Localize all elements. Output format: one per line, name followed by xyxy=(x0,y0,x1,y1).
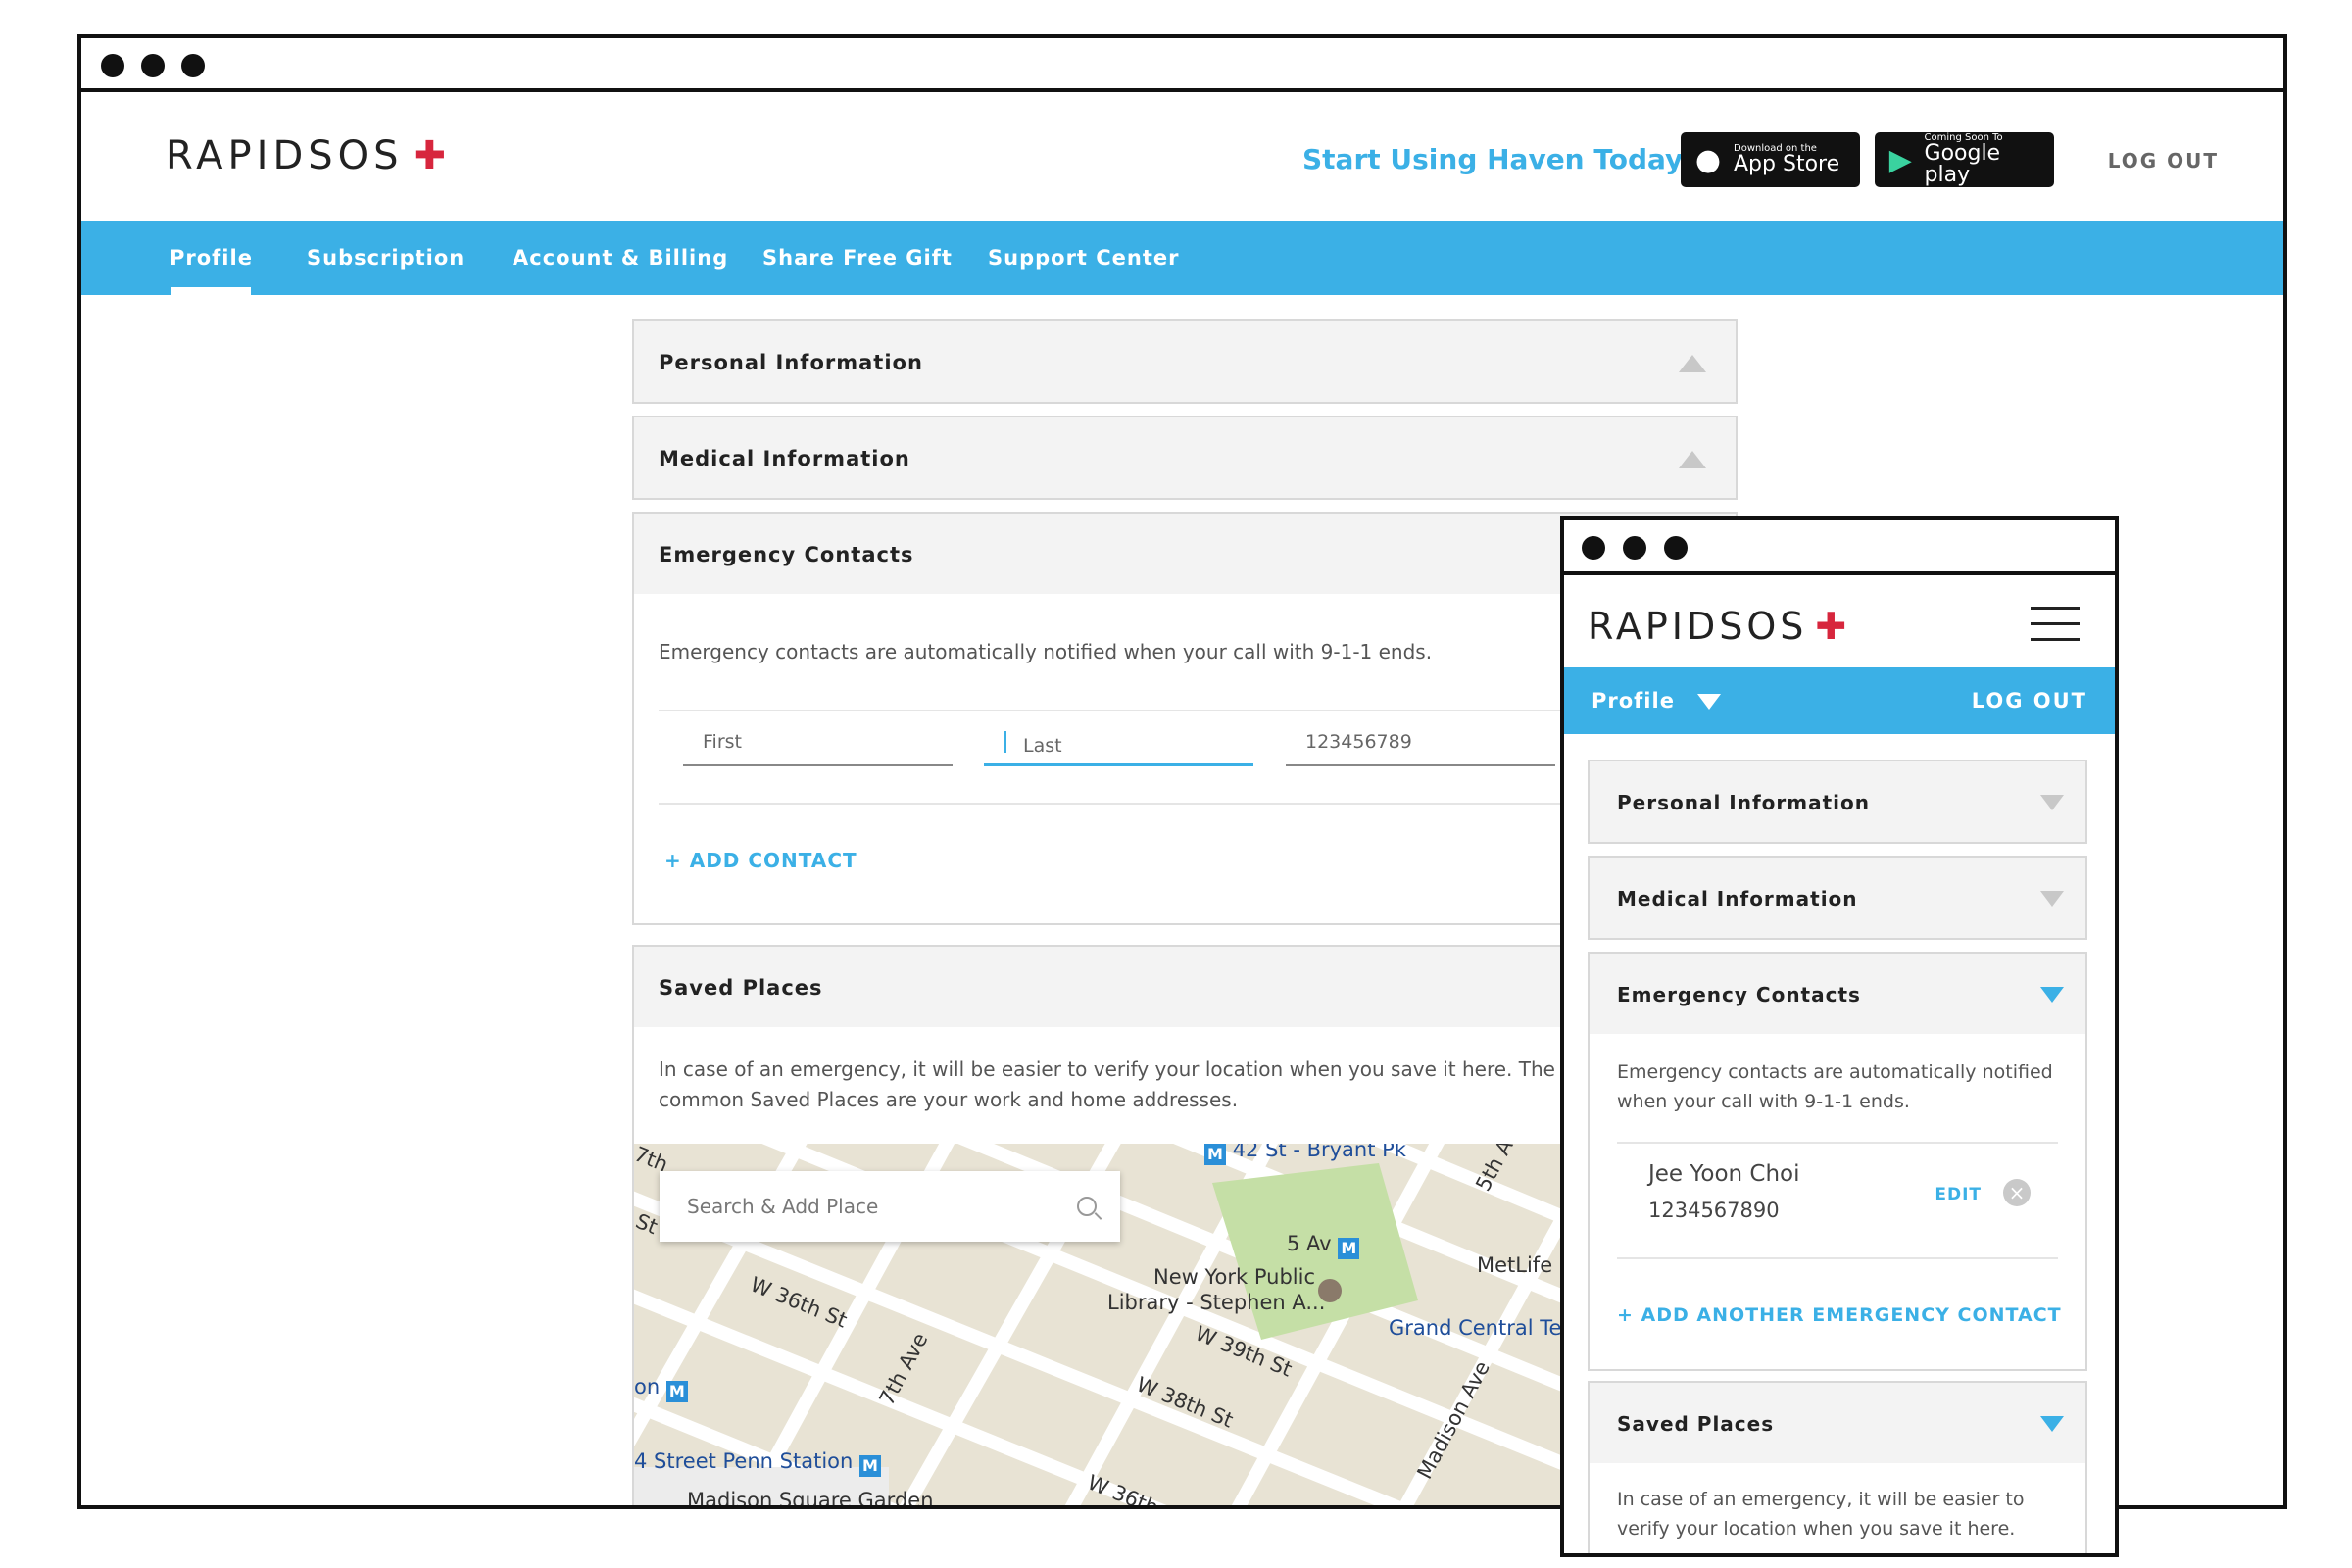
panel-title: Medical Information xyxy=(659,447,910,470)
collapse-arrow-icon[interactable] xyxy=(1679,355,1706,372)
last-name-input[interactable]: Last xyxy=(984,727,1253,766)
panel-header[interactable]: Saved Places xyxy=(1590,1383,2085,1463)
logout-link[interactable]: LOG OUT xyxy=(1972,689,2087,712)
panel-title: Personal Information xyxy=(1617,791,1870,814)
search-icon[interactable] xyxy=(1077,1197,1097,1216)
window-dot-icon[interactable] xyxy=(101,54,124,77)
google-play-badge[interactable]: ▶ Coming Soon To Google play xyxy=(1875,132,2054,187)
edit-contact-button[interactable]: EDIT xyxy=(1935,1185,1982,1204)
play-icon: ▶ xyxy=(1888,142,1912,177)
mobile-browser-window: RAPIDSOS ✚ Profile LOG OUT Personal Infor… xyxy=(1560,516,2119,1557)
profile-dropdown[interactable]: Profile xyxy=(1592,689,1675,712)
map-label: on M xyxy=(634,1375,688,1402)
metro-icon: M xyxy=(1204,1144,1226,1165)
map-label: M 42 St - Bryant Pk xyxy=(1204,1144,1406,1165)
metro-icon: M xyxy=(1338,1238,1360,1259)
panel-title: Saved Places xyxy=(659,976,823,1000)
saved-places-panel: Saved Places In case of an emergency, it… xyxy=(1588,1381,2087,1553)
emergency-description: Emergency contacts are automatically not… xyxy=(659,640,1433,663)
nav-tab-profile[interactable]: Profile xyxy=(170,220,253,295)
window-dot-icon[interactable] xyxy=(1623,536,1646,560)
emergency-contacts-panel: Emergency Contacts Emergency contacts ar… xyxy=(1588,952,2087,1371)
nav-tab-share-free-gift[interactable]: Share Free Gift xyxy=(762,220,953,295)
phone-input[interactable]: 123456789 xyxy=(1286,727,1555,766)
panel-title: Saved Places xyxy=(1617,1412,1775,1436)
map-label: Library - Stephen A... xyxy=(1107,1291,1326,1314)
first-name-input[interactable]: First xyxy=(683,727,953,766)
hamburger-menu-icon[interactable] xyxy=(2031,607,2080,642)
contact-name: Jee Yoon Choi xyxy=(1648,1161,1800,1187)
rapidsos-logo[interactable]: RAPIDSOS ✚ xyxy=(1588,605,1846,648)
panel-header[interactable]: Emergency Contacts xyxy=(1590,954,2085,1034)
personal-information-panel[interactable]: Personal Information xyxy=(632,319,1738,404)
main-nav: Profile Subscription Account & Billing S… xyxy=(81,220,2283,295)
divider xyxy=(1617,1142,2058,1144)
panel-title: Medical Information xyxy=(1617,887,1858,910)
map-label: Madison Square Garden xyxy=(687,1489,934,1509)
collapse-arrow-icon[interactable] xyxy=(2040,1416,2064,1432)
site-header: RAPIDSOS ✚ Start Using Haven Today! ● Dow… xyxy=(81,92,2283,220)
metro-icon: M xyxy=(859,1455,881,1477)
saved-places-description: In case of an emergency, it will be easi… xyxy=(1617,1489,2025,1540)
expand-arrow-icon[interactable] xyxy=(2040,795,2064,810)
desktop-titlebar xyxy=(81,38,2283,92)
panel-header[interactable]: Medical Information xyxy=(634,417,1736,498)
start-using-haven-link[interactable]: Start Using Haven Today! xyxy=(1302,143,1695,175)
nav-tab-support-center[interactable]: Support Center xyxy=(988,220,1180,295)
cross-logo-icon: ✚ xyxy=(1815,605,1847,648)
map-label: MetLife E xyxy=(1477,1253,1573,1277)
window-dot-icon[interactable] xyxy=(181,54,205,77)
expand-arrow-icon[interactable] xyxy=(2040,891,2064,906)
personal-information-panel[interactable]: Personal Information xyxy=(1588,760,2087,844)
saved-places-description: In case of an emergency, it will be easi… xyxy=(659,1057,1593,1111)
rapidsos-logo[interactable]: RAPIDSOS ✚ xyxy=(166,133,446,178)
emergency-description: Emergency contacts are automatically not… xyxy=(1617,1061,2053,1112)
mobile-titlebar xyxy=(1564,520,2115,575)
divider xyxy=(659,803,1711,805)
collapse-arrow-icon[interactable] xyxy=(1679,451,1706,468)
logout-link[interactable]: LOG OUT xyxy=(2108,149,2219,172)
collapse-arrow-icon[interactable] xyxy=(2040,987,2064,1003)
panel-header[interactable]: Medical Information xyxy=(1590,858,2085,938)
map-label: 5 Av M xyxy=(1287,1232,1360,1259)
close-icon[interactable]: × xyxy=(2003,1179,2031,1206)
app-store-badge[interactable]: ● Download on the App Store xyxy=(1681,132,1860,187)
medical-information-panel[interactable]: Medical Information xyxy=(1588,856,2087,940)
map-label: New York Public xyxy=(1153,1265,1315,1289)
mobile-nav: Profile LOG OUT xyxy=(1564,667,2115,734)
panel-title: Emergency Contacts xyxy=(659,543,914,566)
divider xyxy=(659,710,1711,711)
medical-information-panel[interactable]: Medical Information xyxy=(632,416,1738,500)
panel-title: Personal Information xyxy=(659,351,923,374)
map-label: 4 Street Penn Station M xyxy=(634,1449,881,1477)
add-another-contact-link[interactable]: + ADD ANOTHER EMERGENCY CONTACT xyxy=(1617,1304,2062,1326)
contact-phone: 1234567890 xyxy=(1648,1199,1780,1222)
window-dot-icon[interactable] xyxy=(141,54,165,77)
cross-logo-icon: ✚ xyxy=(413,133,447,178)
panel-title: Emergency Contacts xyxy=(1617,983,1861,1006)
nav-tab-account-billing[interactable]: Account & Billing xyxy=(513,220,728,295)
window-dot-icon[interactable] xyxy=(1664,536,1688,560)
add-contact-link[interactable]: + ADD CONTACT xyxy=(664,849,858,872)
chevron-down-icon[interactable] xyxy=(1697,694,1721,710)
panel-header[interactable]: Personal Information xyxy=(1590,761,2085,842)
panel-header[interactable]: Personal Information xyxy=(634,321,1736,402)
nav-tab-subscription[interactable]: Subscription xyxy=(307,220,465,295)
apple-icon: ● xyxy=(1694,142,1722,177)
text-caret xyxy=(1004,731,1006,753)
metro-icon: M xyxy=(665,1381,688,1402)
search-add-place-input[interactable]: Search & Add Place xyxy=(660,1171,1120,1242)
divider xyxy=(1617,1257,2058,1259)
window-dot-icon[interactable] xyxy=(1582,536,1605,560)
